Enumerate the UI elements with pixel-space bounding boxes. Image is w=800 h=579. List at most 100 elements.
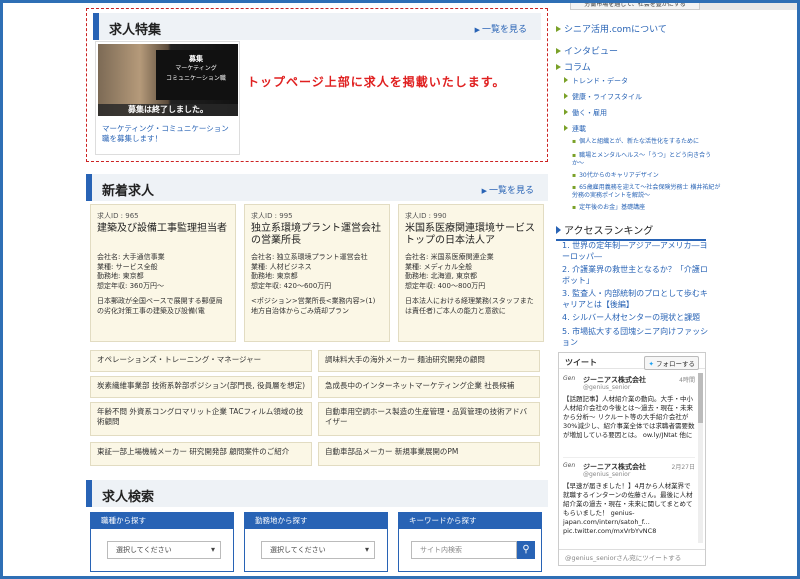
job-list-item[interactable]: 調味料大手の海外メーカー 麺油研究開発の顧問: [318, 350, 540, 372]
tweet[interactable]: Gen ジーニアス株式会社 @genius_senior 2月27日 【早速が届…: [563, 457, 695, 547]
feature-photo[interactable]: 募集 マーケティング コミュニケーション職 募集は終了しました。: [98, 44, 238, 116]
job-location: 勤務地: 北海道, 東京都: [405, 272, 478, 280]
job-card-row: 求人ID : 965 建築及び設備工事監理担当者 会社名: 大手通信事業 業種:…: [90, 204, 544, 342]
job-list-item[interactable]: 年齢不問 外資系コングロマリット企業 TACフィルム領域の技術顧問: [90, 402, 312, 436]
recruit-board: 募集 マーケティング コミュニケーション職: [156, 50, 236, 100]
job-salary: 想定年収: 360万円〜: [97, 281, 164, 290]
job-list-item[interactable]: 自動車用空調ホース製造の生産管理・品質管理の技術アドバイザー: [318, 402, 540, 436]
location-label: 勤務地から探す: [245, 513, 387, 529]
job-id: 求人ID : 965: [97, 212, 139, 220]
search-header: 求人検索: [86, 480, 548, 507]
feature-caption-link[interactable]: マーケティング・コミュニケーション職を募集します！: [102, 124, 236, 144]
ranking-item[interactable]: 1. 世界の定年制―アジア―アメリカ―ヨーロッパ―: [562, 240, 712, 262]
job-card[interactable]: 求人ID : 995 独立系環境プラント運営会社の営業所長 会社名: 独立系環境…: [244, 204, 390, 342]
job-type-label: 職種から探す: [91, 513, 233, 529]
job-list-item[interactable]: オペレーションズ・トレーニング・マネージャー: [90, 350, 312, 372]
job-location: 勤務地: 東京都: [251, 272, 298, 280]
feature-header: 求人特集 一覧を見る: [93, 13, 541, 40]
sidebar-sub-health[interactable]: 健康・ライフスタイル: [564, 92, 642, 102]
follow-label: フォローする: [656, 360, 695, 368]
ranking-item[interactable]: 5. 市場拡大する団塊シニア向けファッション: [562, 326, 712, 348]
job-company: 会社名: 米国系医療関連企業: [405, 253, 494, 261]
job-industry: 業種: 人材ビジネス: [251, 262, 312, 271]
job-card[interactable]: 求人ID : 990 米国系医療関連環境サービストップの日本法人ア 会社名: 米…: [398, 204, 544, 342]
sidebar-sub-trend[interactable]: トレンド・データ: [564, 76, 628, 86]
sidebar-sub-series[interactable]: 連載: [564, 124, 586, 134]
tweet[interactable]: Gen ジーニアス株式会社 @genius_senior 4時間 【話題記事】人…: [563, 375, 695, 455]
job-salary: 想定年収: 400〜800万円: [405, 281, 486, 290]
follow-button[interactable]: ✦ フォローする: [644, 356, 699, 370]
job-desc: 日本法人における経理業務(スタッフまたは責任者)ご本人の能力と意欲に: [405, 297, 534, 315]
job-list-item[interactable]: 自動車部品メーカー 新規事業展開のPM: [318, 442, 540, 466]
job-type-search: 職種から探す 選択してください: [90, 512, 234, 572]
job-id: 求人ID : 995: [251, 212, 293, 220]
avatar: Gen: [563, 462, 576, 469]
job-company: 会社名: 独立系環境プラント運営会社: [251, 253, 368, 261]
search-icon[interactable]: ⚲: [517, 541, 535, 559]
search-section: 求人検索: [86, 480, 548, 507]
feature-title: 求人特集: [109, 23, 162, 38]
job-location: 勤務地: 東京都: [97, 272, 144, 280]
feature-section: 求人特集 一覧を見る 募集 マーケティング コミュニケーション職 募集は終了しま…: [86, 8, 548, 162]
sidebar-sub-work[interactable]: 働く・雇用: [564, 108, 607, 118]
tweet-handle[interactable]: @genius_senior: [583, 384, 630, 391]
job-list-item[interactable]: 急成長中のインターネットマーケティング企業 社長候補: [318, 376, 540, 398]
job-industry: 業種: メディカル全般: [405, 262, 473, 271]
keyword-search: キーワードから探す サイト内検索 ⚲: [398, 512, 542, 572]
ranking-item[interactable]: 4. シルバー人材センターの現状と課題: [562, 312, 712, 323]
board-title: 募集: [189, 55, 203, 63]
avatar: Gen: [563, 375, 576, 382]
ended-banner: 募集は終了しました。: [98, 104, 238, 116]
new-jobs-section: 新着求人 一覧を見る: [86, 174, 548, 201]
sidebar-interview[interactable]: インタビュー: [556, 44, 618, 57]
scroll-thumb[interactable]: [698, 373, 703, 423]
board-sub1: マーケティング: [175, 65, 217, 72]
tweet-handle[interactable]: @genius_senior: [583, 471, 630, 478]
header-tagline: 労働市場を通して、社会を豊かにする: [570, 0, 700, 10]
sidebar-article[interactable]: 職場とメンタルヘルス〜「うつ」とどう向き合うか〜: [572, 152, 722, 168]
sidebar-article[interactable]: 個人と組織とが、新たな活性化をするために: [572, 138, 722, 146]
job-company: 会社名: 大手通信事業: [97, 253, 165, 261]
job-desc: 日本郵政が全国ベースで展開する郵便局の劣化対策工事の建築及び設備(電: [97, 297, 223, 315]
feature-card[interactable]: 募集 マーケティング コミュニケーション職 募集は終了しました。 マーケティング…: [95, 41, 240, 155]
ranking-item[interactable]: 2. 介護業界の救世主となるか？「介護ロボット」: [562, 264, 712, 286]
new-jobs-title: 新着求人: [102, 184, 155, 199]
sidebar-article[interactable]: 30代からのキャリアデザイン: [572, 172, 722, 180]
new-jobs-more-link[interactable]: 一覧を見る: [482, 183, 534, 196]
ranking-title: アクセスランキング: [556, 222, 706, 241]
new-jobs-header: 新着求人 一覧を見る: [86, 174, 548, 201]
job-list-item[interactable]: 東証一部上場機械メーカー 研究開発部 顧問案件のご紹介: [90, 442, 312, 466]
tweet-date[interactable]: 2月27日: [672, 462, 695, 471]
sidebar-article[interactable]: 定年後のお金」基礎講座: [572, 204, 722, 212]
location-search: 勤務地から探す 選択してください: [244, 512, 388, 572]
twitter-widget: ツイート ✦ フォローする Gen ジーニアス株式会社 @genius_seni…: [558, 352, 706, 566]
sidebar-about[interactable]: シニア活用.comについて: [556, 22, 667, 35]
twitter-header: ツイート ✦ フォローする: [559, 353, 705, 370]
job-type-select[interactable]: 選択してください: [107, 541, 221, 559]
job-industry: 業種: サービス全般: [97, 262, 158, 271]
sidebar-column[interactable]: コラム: [556, 60, 591, 73]
job-meta: 会社名: 米国系医療関連企業 業種: メディカル全般 勤務地: 北海道, 東京都…: [405, 253, 537, 291]
twitter-bird-icon: ✦: [648, 360, 654, 368]
job-meta: 会社名: 独立系環境プラント運営会社 業種: 人材ビジネス 勤務地: 東京都 想…: [251, 253, 383, 291]
promo-text: トップページ上部に求人を掲載いたします。: [247, 75, 506, 89]
job-card[interactable]: 求人ID : 965 建築及び設備工事監理担当者 会社名: 大手通信事業 業種:…: [90, 204, 236, 342]
location-select[interactable]: 選択してください: [261, 541, 375, 559]
tweet-compose-link[interactable]: @genius_seniorさん宛にツイートする: [559, 549, 705, 565]
job-title-link[interactable]: 独立系環境プラント運営会社の営業所長: [251, 223, 383, 249]
job-salary: 想定年収: 420〜600万円: [251, 281, 332, 290]
tweet-date[interactable]: 4時間: [679, 375, 695, 384]
ranking-item[interactable]: 3. 監査人・内部統制のプロとして歩むキャリアとは【後編】: [562, 288, 712, 310]
keyword-label: キーワードから探す: [399, 513, 541, 529]
keyword-input[interactable]: サイト内検索: [411, 541, 517, 559]
job-list-item[interactable]: 炭素繊維事業部 技術系幹部ポジション(部門長, 役員層を想定): [90, 376, 312, 398]
tweet-body: 【早速が届きました！】4月から人材業界で就職するインターンの佐藤さん。最後に人材…: [563, 482, 693, 535]
tweet-scrollbar[interactable]: [698, 373, 703, 543]
job-meta: 会社名: 大手通信事業 業種: サービス全般 勤務地: 東京都 想定年収: 36…: [97, 253, 229, 291]
job-title-link[interactable]: 米国系医療関連環境サービストップの日本法人ア: [405, 223, 537, 249]
job-desc: <ポジション>営業所長<業務内容>(1) 地方自治体からごみ焼却プラン: [251, 297, 376, 315]
sidebar-article[interactable]: 65歳雇用義務を迎えて〜社会保険労務士 横井祐紀が労務の実務ポイントを解説〜: [572, 184, 722, 200]
feature-more-link[interactable]: 一覧を見る: [475, 22, 527, 35]
header-right-bar: [700, 0, 800, 10]
job-title-link[interactable]: 建築及び設備工事監理担当者: [97, 223, 229, 249]
